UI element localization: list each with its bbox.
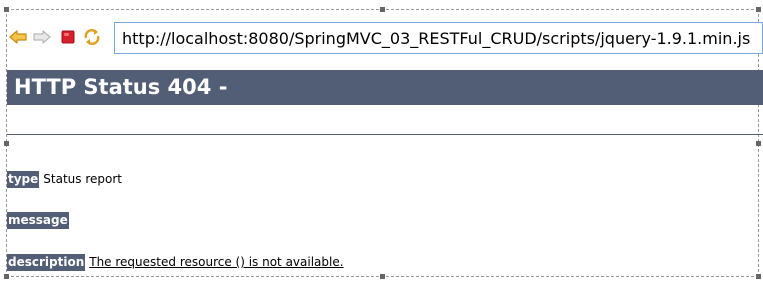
description-row: description The requested resource () is… <box>7 254 344 271</box>
url-text: http://localhost:8080/SpringMVC_03_RESTF… <box>122 28 751 48</box>
back-button[interactable] <box>9 28 27 46</box>
description-value: The requested resource () is not availab… <box>89 255 344 269</box>
message-row: message <box>7 212 73 229</box>
type-label: type <box>7 171 40 188</box>
resize-handle-top-center[interactable] <box>380 7 385 12</box>
message-label: message <box>7 212 69 229</box>
refresh-button[interactable] <box>83 28 101 46</box>
resize-handle-top-left[interactable] <box>4 7 9 12</box>
type-row: type Status report <box>7 171 122 188</box>
forward-button[interactable] <box>33 28 51 46</box>
page-title: HTTP Status 404 - <box>7 70 763 105</box>
resize-handle-middle-left[interactable] <box>4 141 9 146</box>
stop-button[interactable] <box>59 28 77 46</box>
address-bar[interactable]: http://localhost:8080/SpringMVC_03_RESTF… <box>114 22 763 54</box>
resize-handle-middle-right[interactable] <box>756 141 761 146</box>
refresh-icon <box>84 29 100 45</box>
divider <box>7 134 763 135</box>
description-label: description <box>7 254 86 271</box>
browser-toolbar: http://localhost:8080/SpringMVC_03_RESTF… <box>7 21 763 57</box>
resize-handle-bottom-right[interactable] <box>756 274 761 279</box>
type-value: Status report <box>43 172 122 186</box>
resize-handle-bottom-left[interactable] <box>4 274 9 279</box>
resize-handle-bottom-center[interactable] <box>380 274 385 279</box>
stop-icon <box>61 30 75 44</box>
forward-arrow-icon <box>33 30 51 44</box>
back-arrow-icon <box>9 30 27 44</box>
page-content: HTTP Status 404 - <box>7 70 763 135</box>
resize-handle-top-right[interactable] <box>756 7 761 12</box>
